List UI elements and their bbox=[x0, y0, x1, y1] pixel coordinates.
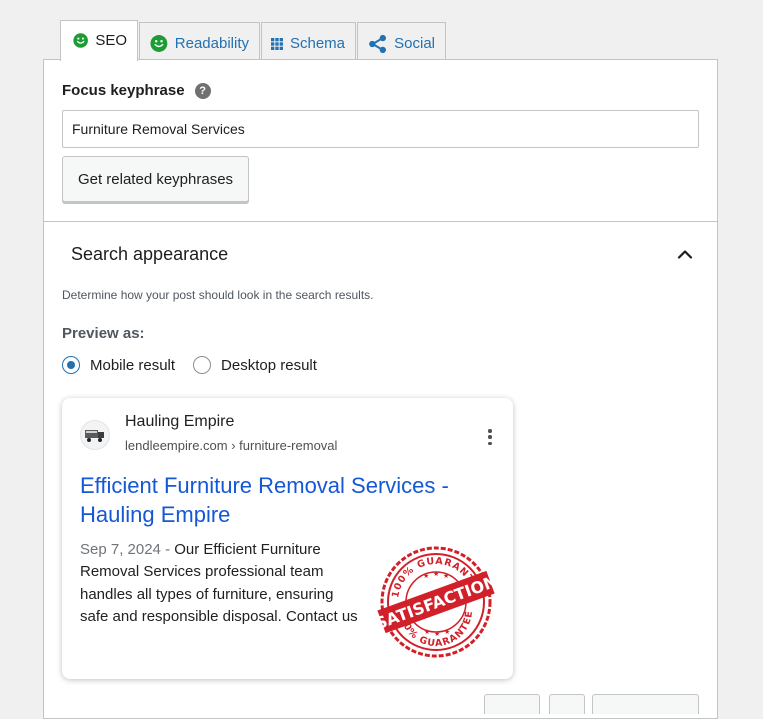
tab-label: Readability bbox=[174, 35, 249, 52]
tab-label: Social bbox=[394, 35, 435, 52]
svg-text:★: ★ bbox=[423, 572, 429, 580]
satisfaction-guarantee-seal-image: 100% GUARANTEE 100% GUARANTEE SATISFACTI… bbox=[376, 546, 496, 658]
serp-url: lendleempire.com › furniture-removal bbox=[125, 438, 338, 453]
focus-keyphrase-label: Focus keyphrase ? bbox=[62, 82, 211, 99]
mobile-result-label: Mobile result bbox=[90, 356, 176, 374]
svg-text:★: ★ bbox=[424, 628, 430, 636]
svg-text:★: ★ bbox=[444, 628, 450, 636]
get-related-keyphrases-button[interactable]: Get related keyphrases bbox=[62, 156, 249, 202]
tab-label: SEO bbox=[95, 32, 127, 49]
tab-bar: SEO Readability Schema Social bbox=[60, 20, 447, 61]
desktop-result-radio[interactable] bbox=[193, 356, 212, 374]
bottom-control[interactable] bbox=[549, 694, 585, 714]
smiley-icon bbox=[73, 33, 88, 48]
focus-keyphrase-input[interactable] bbox=[62, 110, 699, 148]
focus-keyphrase-label-text: Focus keyphrase bbox=[62, 82, 185, 99]
mobile-result-option[interactable]: Mobile result bbox=[62, 356, 175, 374]
seo-panel: Focus keyphrase ? Get related keyphrases… bbox=[43, 59, 718, 719]
bottom-control[interactable] bbox=[592, 694, 699, 714]
smiley-icon bbox=[150, 35, 168, 52]
search-appearance-toggle[interactable]: Search appearance bbox=[44, 222, 717, 286]
tab-seo[interactable]: SEO bbox=[60, 20, 138, 61]
preview-as-label: Preview as: bbox=[62, 325, 145, 342]
serp-site-name: Hauling Empire bbox=[125, 413, 235, 430]
grid-icon bbox=[271, 37, 283, 50]
preview-mode-radio-group: Mobile result Desktop result bbox=[62, 356, 335, 374]
truck-favicon-icon bbox=[85, 430, 104, 442]
mobile-result-radio[interactable] bbox=[62, 356, 80, 374]
svg-text:★: ★ bbox=[443, 572, 449, 580]
tab-social[interactable]: Social bbox=[357, 22, 446, 61]
tab-readability[interactable]: Readability bbox=[139, 22, 260, 61]
tab-label: Schema bbox=[289, 35, 345, 52]
desktop-result-option[interactable]: Desktop result bbox=[193, 356, 317, 374]
more-options-icon[interactable] bbox=[487, 429, 493, 445]
serp-snippet: Sep 7, 2024 - Our Efficient Furniture Re… bbox=[80, 539, 362, 628]
serp-title[interactable]: Efficient Furniture Removal Services - H… bbox=[80, 471, 480, 529]
site-favicon bbox=[80, 420, 110, 450]
chevron-up-icon bbox=[677, 250, 693, 259]
mobile-serp-preview: Hauling Empire lendleempire.com › furnit… bbox=[62, 398, 513, 679]
serp-date: Sep 7, 2024 bbox=[80, 541, 161, 558]
desktop-result-label: Desktop result bbox=[221, 356, 317, 374]
search-appearance-description: Determine how your post should look in t… bbox=[62, 288, 374, 302]
bottom-control[interactable] bbox=[484, 694, 540, 714]
share-icon bbox=[369, 34, 386, 53]
help-icon[interactable]: ? bbox=[194, 82, 211, 99]
svg-text:★: ★ bbox=[434, 630, 440, 638]
tab-schema[interactable]: Schema bbox=[261, 22, 356, 61]
search-appearance-title: Search appearance bbox=[71, 243, 229, 264]
svg-text:★: ★ bbox=[433, 570, 439, 578]
serp-date-separator: - bbox=[160, 541, 175, 558]
